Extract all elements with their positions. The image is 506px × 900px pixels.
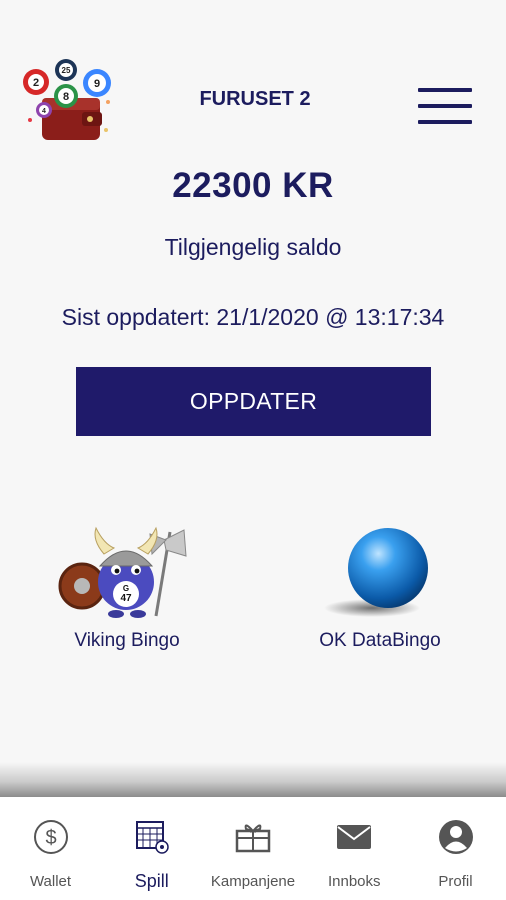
svg-text:4: 4 — [42, 108, 46, 115]
gift-icon — [234, 817, 272, 857]
game-viking-bingo[interactable]: G 47 Viking Bingo — [27, 520, 227, 652]
nav-item-kampanjene[interactable]: Kampanjene — [203, 797, 304, 900]
balance-amount: 22300 KR — [172, 166, 334, 205]
nav-item-wallet[interactable]: $ Wallet — [0, 797, 101, 900]
site-name: FURUSET 2 — [199, 88, 311, 110]
svg-text:2: 2 — [33, 77, 39, 89]
svg-text:47: 47 — [120, 593, 132, 604]
nav-label: Wallet — [29, 873, 72, 890]
svg-text:9: 9 — [94, 78, 100, 90]
bottom-nav: $ Wallet Spill Kampanjene Innboks Profil — [0, 797, 506, 900]
nav-item-profil[interactable]: Profil — [405, 797, 506, 900]
nav-label: Innboks — [327, 873, 381, 890]
nav-item-innboks[interactable]: Innboks — [304, 797, 405, 900]
mail-icon — [335, 817, 373, 857]
viking-bingo-icon: G 47 — [58, 526, 187, 618]
last-updated-text: Sist oppdatert: 21/1/2020 @ 13:17:34 — [61, 304, 445, 330]
nav-label: Kampanjene — [210, 873, 296, 890]
hamburger-menu-button[interactable] — [418, 88, 472, 128]
nav-item-spill[interactable]: Spill — [101, 797, 202, 900]
svg-text:G: G — [123, 584, 129, 593]
nav-label: Spill — [134, 871, 169, 891]
nav-shadow — [0, 762, 506, 798]
svg-text:25: 25 — [62, 66, 71, 75]
game-label: OK DataBingo — [319, 630, 441, 651]
game-label: Viking Bingo — [74, 630, 180, 651]
balance-label: Tilgjengelig saldo — [164, 234, 342, 260]
profile-icon — [437, 817, 475, 857]
svg-text:$: $ — [45, 827, 56, 849]
game-ok-databingo[interactable]: OK DataBingo — [280, 520, 480, 652]
dollar-circle-icon: $ — [32, 817, 70, 857]
app-screen: 2 25 9 8 4 FURUSET 2 22300 KR Tilgjengel… — [0, 0, 506, 900]
update-button[interactable]: OPPDATER — [76, 367, 431, 436]
menu-bar-icon — [418, 88, 472, 92]
blue-ball-icon — [324, 528, 428, 617]
wallet-logo-icon: 2 25 9 8 4 — [18, 58, 118, 154]
menu-bar-icon — [418, 104, 472, 108]
svg-text:8: 8 — [63, 91, 69, 103]
menu-bar-icon — [418, 120, 472, 124]
bingo-card-icon — [133, 817, 171, 857]
nav-label: Profil — [438, 873, 473, 890]
